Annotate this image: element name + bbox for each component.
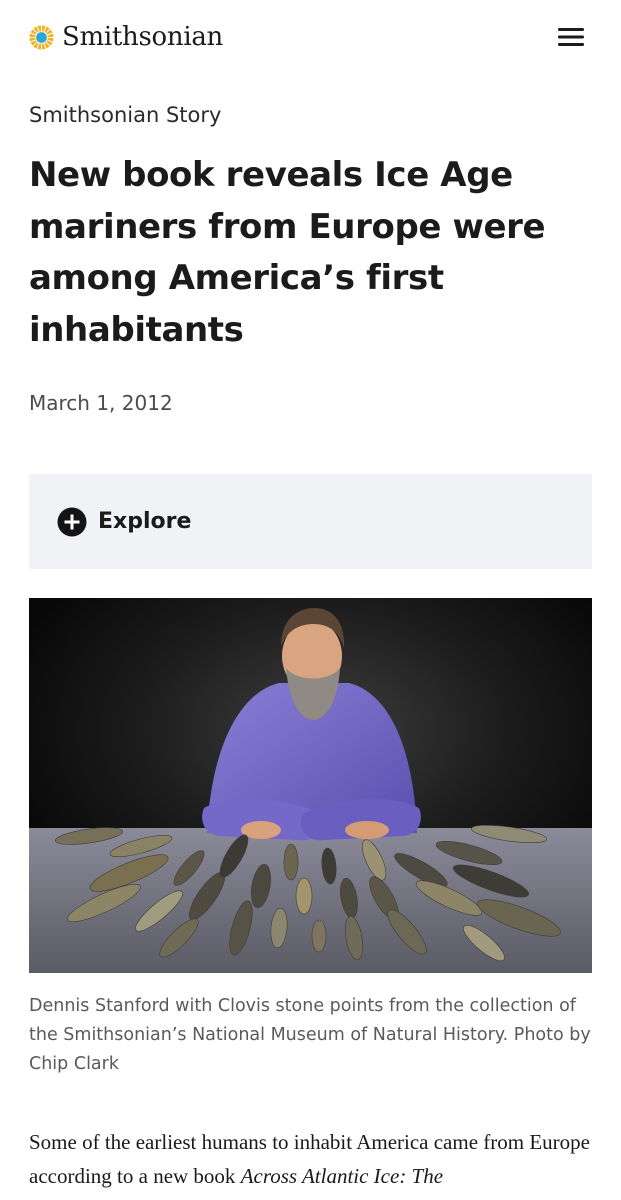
explore-button[interactable]: Explore (29, 474, 592, 569)
site-header: Smithsonian (0, 0, 621, 74)
article-kicker[interactable]: Smithsonian Story (29, 101, 221, 129)
article-body: Some of the earliest humans to inhabit A… (29, 1125, 609, 1193)
plus-circle-icon (57, 507, 87, 536)
menu-button[interactable] (554, 22, 588, 52)
photo-caption: Dennis Stanford with Clovis stone points… (29, 996, 591, 1074)
logo-text: Smithsonian (62, 22, 223, 52)
book-title-link[interactable]: Across Atlantic Ice: The (241, 1164, 443, 1188)
hamburger-menu-icon (558, 28, 584, 46)
article-date: March 1, 2012 (29, 391, 173, 415)
article-title: New book reveals Ice Age mariners from E… (29, 155, 546, 350)
article-photo[interactable] (29, 598, 592, 973)
explore-label: Explore (98, 509, 192, 534)
smithsonian-logo[interactable]: Smithsonian (29, 20, 223, 54)
smithsonian-sun-logo-icon (29, 24, 54, 50)
